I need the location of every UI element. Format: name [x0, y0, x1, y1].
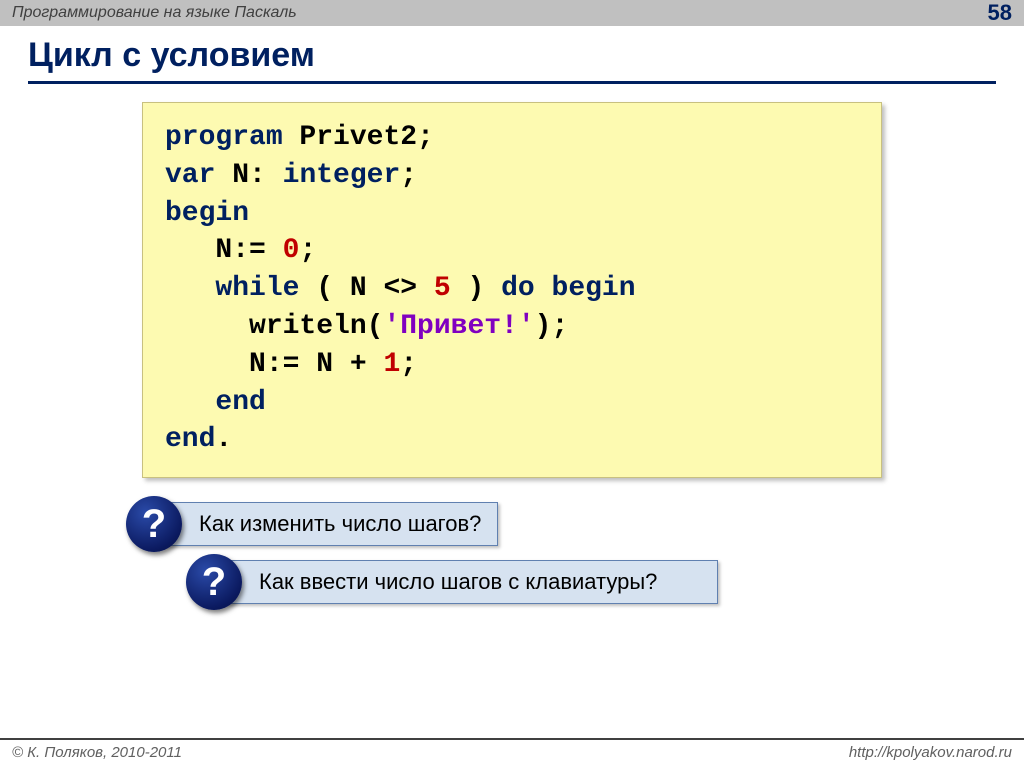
course-title: Программирование на языке Паскаль: [12, 4, 297, 22]
code-text: Privet2;: [283, 122, 434, 153]
footer-url: http://kpolyakov.narod.ru: [849, 744, 1012, 761]
code-text: writeln(: [165, 311, 383, 342]
code-text: <>: [383, 273, 417, 304]
kw-do-begin: do begin: [501, 273, 635, 304]
question-box: Как изменить число шагов?: [158, 502, 498, 546]
code-text: N:: [215, 160, 282, 191]
question-box: Как ввести число шагов с клавиатуры?: [218, 560, 718, 604]
code-text: +: [350, 349, 367, 380]
question-text: Как ввести число шагов с клавиатуры?: [259, 569, 657, 594]
code-text: ( N: [299, 273, 366, 304]
code-num: 0: [283, 235, 300, 266]
code-text: [367, 273, 384, 304]
code-text: [417, 273, 434, 304]
question-text: Как изменить число шагов?: [199, 511, 481, 536]
code-text: ): [451, 273, 501, 304]
code-text: ;: [400, 349, 417, 380]
kw-var: var: [165, 160, 215, 191]
code-block: program Privet2; var N: integer; begin N…: [142, 102, 882, 478]
code-text: [367, 349, 384, 380]
kw-end: end: [165, 424, 215, 455]
footer-bar: © К. Поляков, 2010-2011 http://kpolyakov…: [0, 738, 1024, 767]
code-text: N: [316, 349, 333, 380]
code-num: 5: [434, 273, 451, 304]
kw-program: program: [165, 122, 283, 153]
footer-copyright: © К. Поляков, 2010-2011: [12, 744, 182, 761]
code-string: 'Привет!': [383, 311, 534, 342]
kw-while: while: [165, 273, 299, 304]
code-text: ;: [400, 160, 417, 191]
slide-content: Цикл с условием program Privet2; var N: …: [0, 26, 1024, 604]
code-text: );: [535, 311, 569, 342]
kw-integer: integer: [283, 160, 401, 191]
code-text: [333, 349, 350, 380]
code-text: ;: [299, 235, 316, 266]
questions-area: ? Как изменить число шагов? ? Как ввести…: [128, 502, 996, 604]
code-text: [299, 349, 316, 380]
code-text: .: [215, 424, 232, 455]
question-row: ? Как изменить число шагов?: [128, 502, 996, 546]
page-number: 58: [988, 0, 1012, 26]
code-text: [266, 235, 283, 266]
kw-begin: begin: [165, 198, 249, 229]
slide-title: Цикл с условием: [28, 36, 996, 84]
code-text: N:=: [165, 349, 299, 380]
question-mark-icon: ?: [186, 554, 242, 610]
question-row: ? Как ввести число шагов с клавиатуры?: [188, 560, 996, 604]
kw-end: end: [165, 387, 266, 418]
code-text: N:=: [165, 235, 266, 266]
question-mark-icon: ?: [126, 496, 182, 552]
code-num: 1: [383, 349, 400, 380]
header-bar: Программирование на языке Паскаль 58: [0, 0, 1024, 26]
